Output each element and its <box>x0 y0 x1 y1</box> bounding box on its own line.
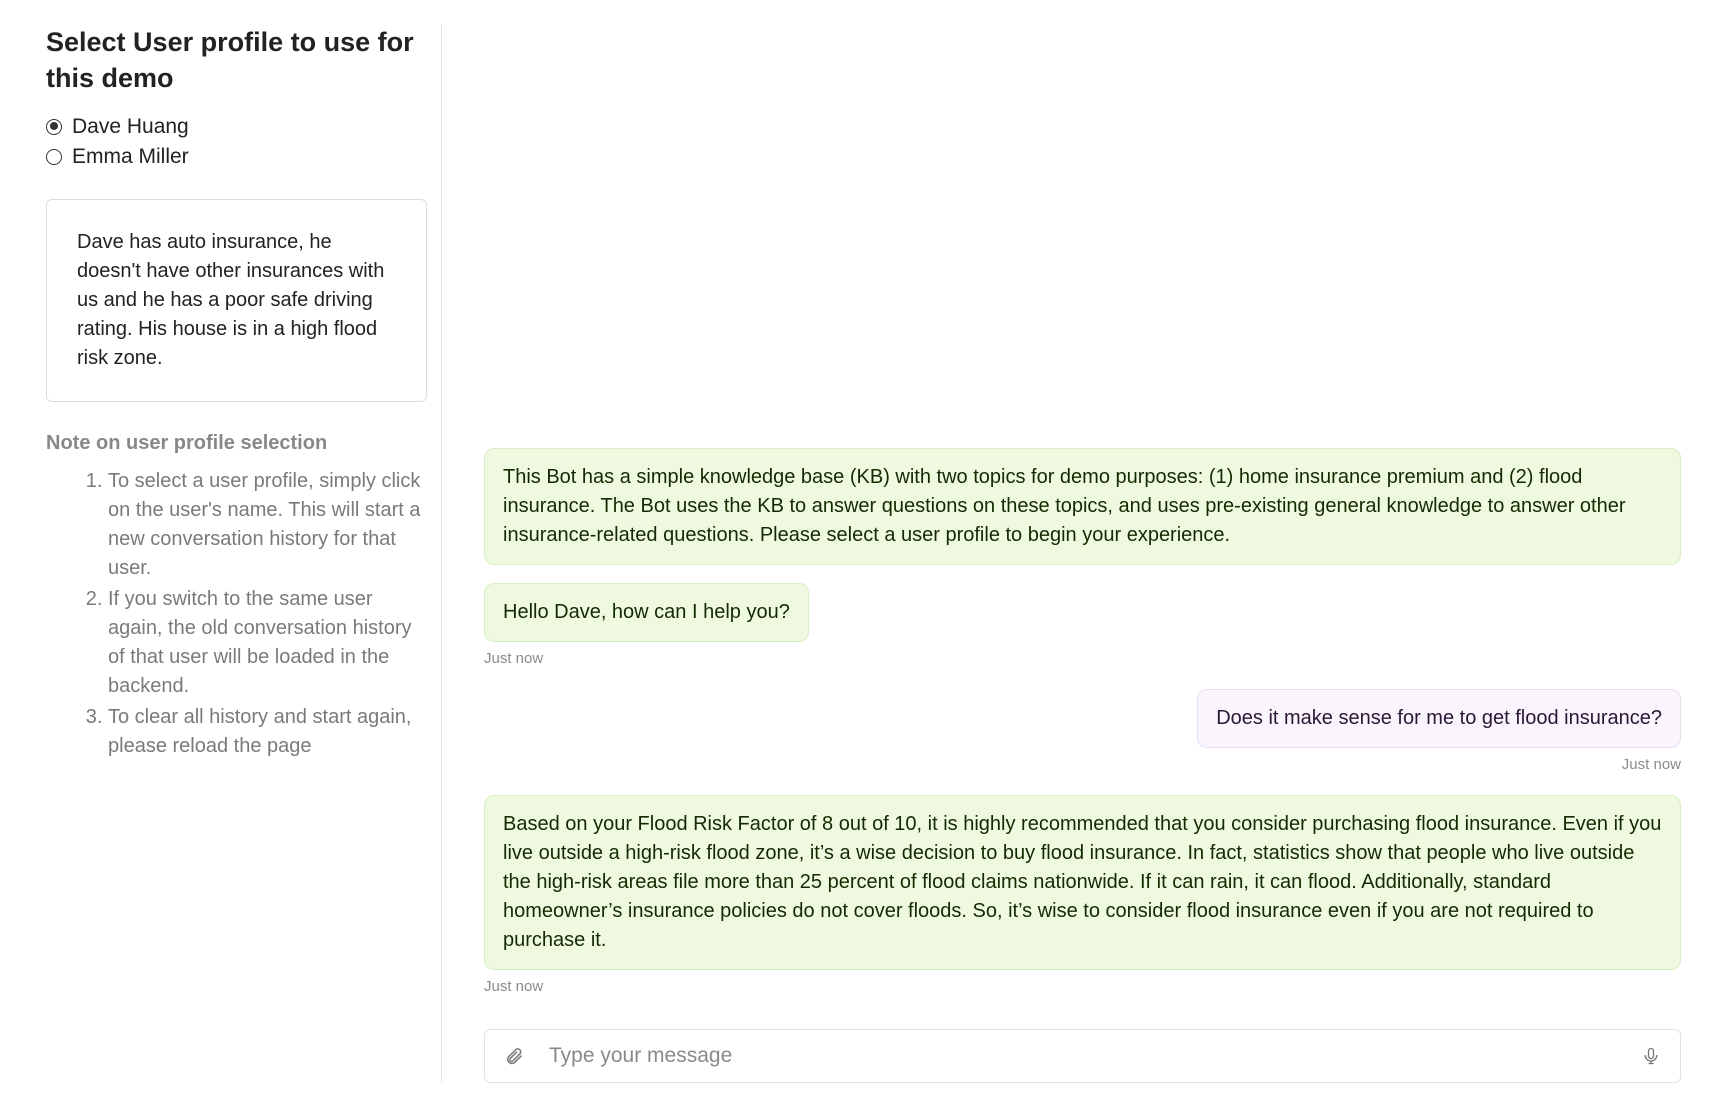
radio-icon <box>46 149 62 165</box>
spacer <box>484 569 1681 583</box>
message-text: Based on your Flood Risk Factor of 8 out… <box>503 813 1661 951</box>
microphone-icon[interactable] <box>1640 1043 1662 1069</box>
profile-description-card: Dave has auto insurance, he doesn't have… <box>46 199 427 402</box>
message-text: Does it make sense for me to get flood i… <box>1216 707 1662 729</box>
bot-message: This Bot has a simple knowledge base (KB… <box>484 448 1681 565</box>
bot-message: Hello Dave, how can I help you? <box>484 583 809 642</box>
message-timestamp: Just now <box>484 978 1681 995</box>
bot-message: Based on your Flood Risk Factor of 8 out… <box>484 795 1681 970</box>
notes-item: To select a user profile, simply click o… <box>108 467 427 583</box>
radio-icon <box>46 119 62 135</box>
profile-label: Emma Miller <box>72 145 189 169</box>
profile-radio-dave[interactable]: Dave Huang <box>46 115 427 139</box>
message-input[interactable] <box>525 1042 1640 1070</box>
chat-area: This Bot has a simple knowledge base (KB… <box>442 24 1707 1083</box>
profile-radio-emma[interactable]: Emma Miller <box>46 145 427 169</box>
profile-description-text: Dave has auto insurance, he doesn't have… <box>77 231 384 369</box>
message-timestamp: Just now <box>484 650 1681 667</box>
user-message: Does it make sense for me to get flood i… <box>1197 689 1681 748</box>
message-timestamp: Just now <box>1622 756 1681 773</box>
sidebar-heading: Select User profile to use for this demo <box>46 24 427 97</box>
notes-item: If you switch to the same user again, th… <box>108 585 427 701</box>
message-text: Hello Dave, how can I help you? <box>503 601 790 623</box>
sidebar: Select User profile to use for this demo… <box>12 24 442 1083</box>
notes-item: To clear all history and start again, pl… <box>108 703 427 761</box>
message-input-row <box>484 1029 1681 1083</box>
chat-stream: This Bot has a simple knowledge base (KB… <box>484 40 1681 1023</box>
notes-list: To select a user profile, simply click o… <box>46 467 427 761</box>
profile-label: Dave Huang <box>72 115 189 139</box>
attachment-icon[interactable] <box>503 1043 525 1069</box>
message-text: This Bot has a simple knowledge base (KB… <box>503 466 1626 546</box>
notes-heading: Note on user profile selection <box>46 432 427 455</box>
